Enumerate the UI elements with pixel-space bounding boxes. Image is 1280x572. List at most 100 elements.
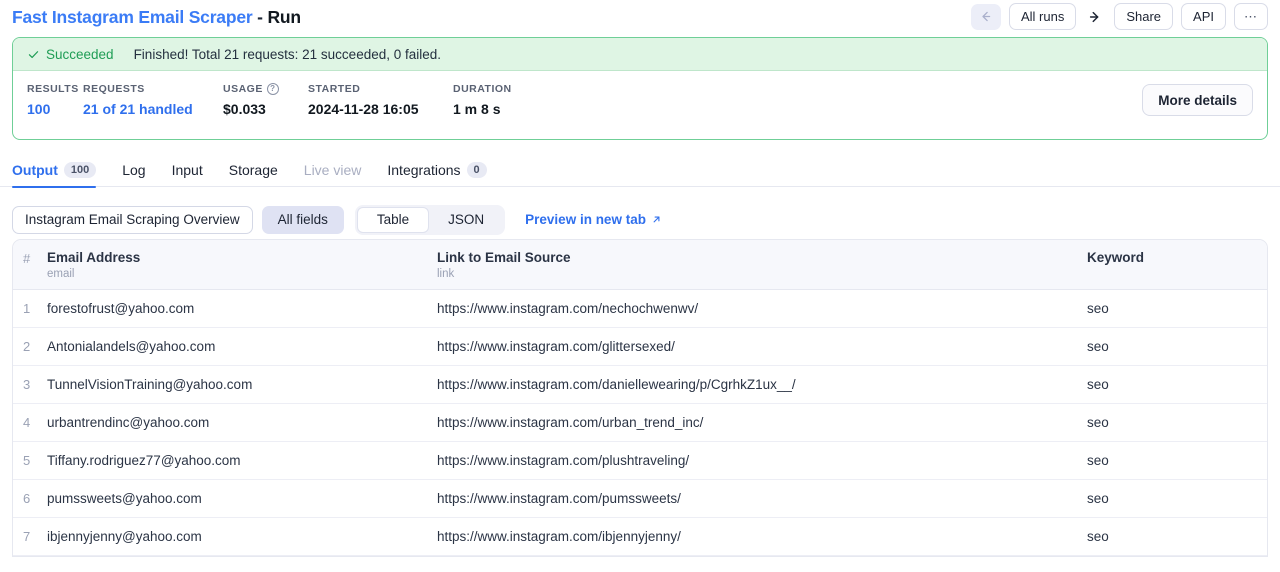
cell-link: https://www.instagram.com/pumssweets/ xyxy=(437,480,1087,518)
row-index: 7 xyxy=(13,518,47,556)
table-row[interactable]: 7 ibjennyjenny@yahoo.com https://www.ins… xyxy=(13,518,1267,556)
stat-usage-label: USAGE ? xyxy=(223,83,308,95)
external-link-icon xyxy=(651,214,662,225)
preview-in-new-tab-link[interactable]: Preview in new tab xyxy=(525,212,662,227)
view-select[interactable]: Instagram Email Scraping Overview xyxy=(12,206,253,234)
status-message: Finished! Total 21 requests: 21 succeede… xyxy=(134,47,441,62)
column-header-email-title: Email Address xyxy=(47,250,437,265)
more-options-button[interactable]: ⋯ xyxy=(1234,3,1268,30)
row-index: 4 xyxy=(13,404,47,442)
stat-started-value: 2024-11-28 16:05 xyxy=(308,101,453,117)
format-segmented-control: Table JSON xyxy=(355,205,505,235)
more-details-button[interactable]: More details xyxy=(1142,84,1253,116)
table-row[interactable]: 1 forestofrust@yahoo.com https://www.ins… xyxy=(13,290,1267,328)
cell-keyword: seo xyxy=(1087,290,1267,328)
stat-results-value[interactable]: 100 xyxy=(27,101,83,117)
check-icon xyxy=(27,48,40,61)
cell-link: https://www.instagram.com/glittersexed/ xyxy=(437,328,1087,366)
cell-email: urbantrendinc@yahoo.com xyxy=(47,404,437,442)
status-banner: Succeeded Finished! Total 21 requests: 2… xyxy=(13,38,1267,71)
table-row[interactable]: 6 pumssweets@yahoo.com https://www.insta… xyxy=(13,480,1267,518)
tab-integrations-badge: 0 xyxy=(467,162,487,178)
column-header-index-title: # xyxy=(23,251,30,266)
cell-link: https://www.instagram.com/daniellewearin… xyxy=(437,366,1087,404)
cell-keyword: seo xyxy=(1087,480,1267,518)
row-index: 2 xyxy=(13,328,47,366)
all-runs-button[interactable]: All runs xyxy=(1009,3,1076,30)
tab-live-view[interactable]: Live view xyxy=(291,162,375,187)
status-label: Succeeded xyxy=(46,47,114,62)
stat-duration: DURATION 1 m 8 s xyxy=(453,83,563,117)
tab-log-label: Log xyxy=(122,162,145,178)
column-header-link[interactable]: Link to Email Source link xyxy=(437,240,1087,290)
all-fields-toggle[interactable]: All fields xyxy=(262,206,344,234)
table-row[interactable]: 4 urbantrendinc@yahoo.com https://www.in… xyxy=(13,404,1267,442)
tab-input[interactable]: Input xyxy=(159,162,216,187)
table-row[interactable]: 5 Tiffany.rodriguez77@yahoo.com https://… xyxy=(13,442,1267,480)
top-bar-actions: All runs Share API ⋯ xyxy=(971,3,1268,30)
results-table-body: 1 forestofrust@yahoo.com https://www.ins… xyxy=(13,290,1267,556)
run-stats: RESULTS 100 REQUESTS 21 of 21 handled US… xyxy=(13,71,1267,139)
format-table-option[interactable]: Table xyxy=(357,207,429,233)
table-row[interactable]: 2 Antonialandels@yahoo.com https://www.i… xyxy=(13,328,1267,366)
column-header-link-title: Link to Email Source xyxy=(437,250,1087,265)
row-index: 3 xyxy=(13,366,47,404)
table-header-row: # Email Address email Link to Email Sour… xyxy=(13,240,1267,290)
stat-requests-label: REQUESTS xyxy=(83,83,223,95)
cell-link: https://www.instagram.com/ibjennyjenny/ xyxy=(437,518,1087,556)
cell-email: ibjennyjenny@yahoo.com xyxy=(47,518,437,556)
row-index: 5 xyxy=(13,442,47,480)
actor-name-link[interactable]: Fast Instagram Email Scraper xyxy=(12,7,252,27)
cell-link: https://www.instagram.com/urban_trend_in… xyxy=(437,404,1087,442)
tab-live-view-label: Live view xyxy=(304,162,362,178)
cell-link: https://www.instagram.com/nechochwenwv/ xyxy=(437,290,1087,328)
tab-output-badge: 100 xyxy=(64,162,96,178)
stat-requests: REQUESTS 21 of 21 handled xyxy=(83,83,223,117)
share-button[interactable]: Share xyxy=(1114,3,1173,30)
run-tabs: Output 100 Log Input Storage Live view I… xyxy=(0,151,1280,187)
column-header-keyword[interactable]: Keyword xyxy=(1087,240,1267,290)
tab-input-label: Input xyxy=(172,162,203,178)
tab-output-label: Output xyxy=(12,162,58,178)
output-controls: Instagram Email Scraping Overview All fi… xyxy=(0,187,1280,239)
stat-usage-label-text: USAGE xyxy=(223,83,263,95)
stat-duration-label: DURATION xyxy=(453,83,563,95)
stat-requests-value[interactable]: 21 of 21 handled xyxy=(83,101,223,117)
cell-keyword: seo xyxy=(1087,328,1267,366)
cell-keyword: seo xyxy=(1087,366,1267,404)
cell-link: https://www.instagram.com/plushtraveling… xyxy=(437,442,1087,480)
column-header-email[interactable]: Email Address email xyxy=(47,240,437,290)
column-header-email-subtitle: email xyxy=(47,268,437,280)
tab-log[interactable]: Log xyxy=(109,162,158,187)
tab-output[interactable]: Output 100 xyxy=(12,162,109,187)
cell-email: Tiffany.rodriguez77@yahoo.com xyxy=(47,442,437,480)
arrow-left-icon[interactable] xyxy=(971,4,1001,30)
cell-email: TunnelVisionTraining@yahoo.com xyxy=(47,366,437,404)
cell-keyword: seo xyxy=(1087,442,1267,480)
row-index: 1 xyxy=(13,290,47,328)
top-bar: Fast Instagram Email Scraper - Run All r… xyxy=(0,0,1280,33)
cell-email: forestofrust@yahoo.com xyxy=(47,290,437,328)
tab-storage[interactable]: Storage xyxy=(216,162,291,187)
cell-keyword: seo xyxy=(1087,518,1267,556)
page-title: Fast Instagram Email Scraper - Run xyxy=(12,5,301,28)
cell-keyword: seo xyxy=(1087,404,1267,442)
row-index: 6 xyxy=(13,480,47,518)
format-json-option[interactable]: JSON xyxy=(429,207,503,233)
help-circle-icon[interactable]: ? xyxy=(267,83,279,95)
title-separator: - xyxy=(257,7,263,27)
column-header-index: # xyxy=(13,240,47,290)
preview-link-label: Preview in new tab xyxy=(525,212,646,227)
table-row[interactable]: 3 TunnelVisionTraining@yahoo.com https:/… xyxy=(13,366,1267,404)
tab-integrations[interactable]: Integrations 0 xyxy=(374,162,499,187)
stat-usage-value: $0.033 xyxy=(223,101,308,117)
cell-email: pumssweets@yahoo.com xyxy=(47,480,437,518)
run-status-card: Succeeded Finished! Total 21 requests: 2… xyxy=(12,37,1268,140)
cell-email: Antonialandels@yahoo.com xyxy=(47,328,437,366)
arrow-right-icon[interactable] xyxy=(1084,4,1106,30)
column-header-keyword-title: Keyword xyxy=(1087,250,1267,265)
stat-usage: USAGE ? $0.033 xyxy=(223,83,308,117)
api-button[interactable]: API xyxy=(1181,3,1226,30)
column-header-link-subtitle: link xyxy=(437,268,1087,280)
stat-results: RESULTS 100 xyxy=(27,83,83,117)
